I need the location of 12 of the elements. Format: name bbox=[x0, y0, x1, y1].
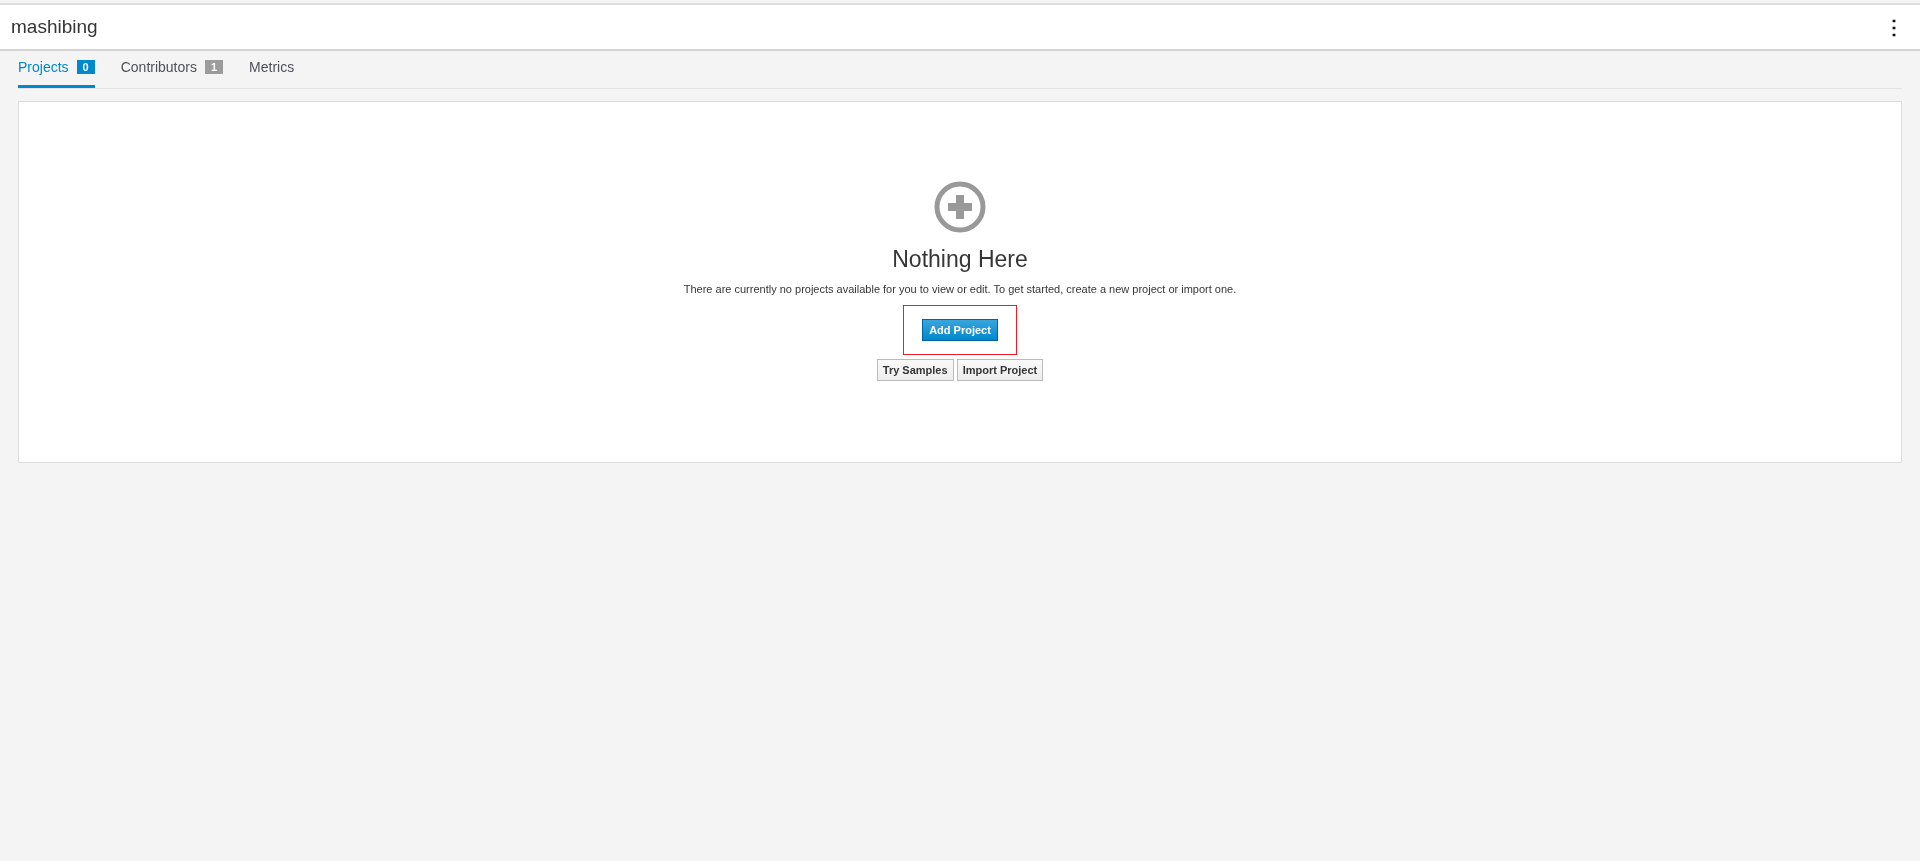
tab[interactable]: Contributors 1 bbox=[120, 57, 224, 88]
add-icon bbox=[933, 180, 987, 234]
count-badge: 0 bbox=[76, 60, 95, 74]
empty-state-title: Nothing Here bbox=[892, 246, 1028, 273]
secondary-button[interactable]: Import Project bbox=[956, 359, 1044, 381]
empty-state-description: There are currently no projects available for you to view or edit. To get started, create a new project or import one. bbox=[683, 283, 1237, 295]
project-title: mashibing bbox=[11, 16, 98, 38]
menu-button[interactable]: ⋮ bbox=[1880, 15, 1908, 39]
secondary-button[interactable]: Try Samples bbox=[876, 359, 954, 381]
tab[interactable]: Metrics bbox=[249, 57, 295, 88]
count-badge: 1 bbox=[204, 60, 224, 74]
tab[interactable]: Projects 0 bbox=[18, 57, 95, 88]
